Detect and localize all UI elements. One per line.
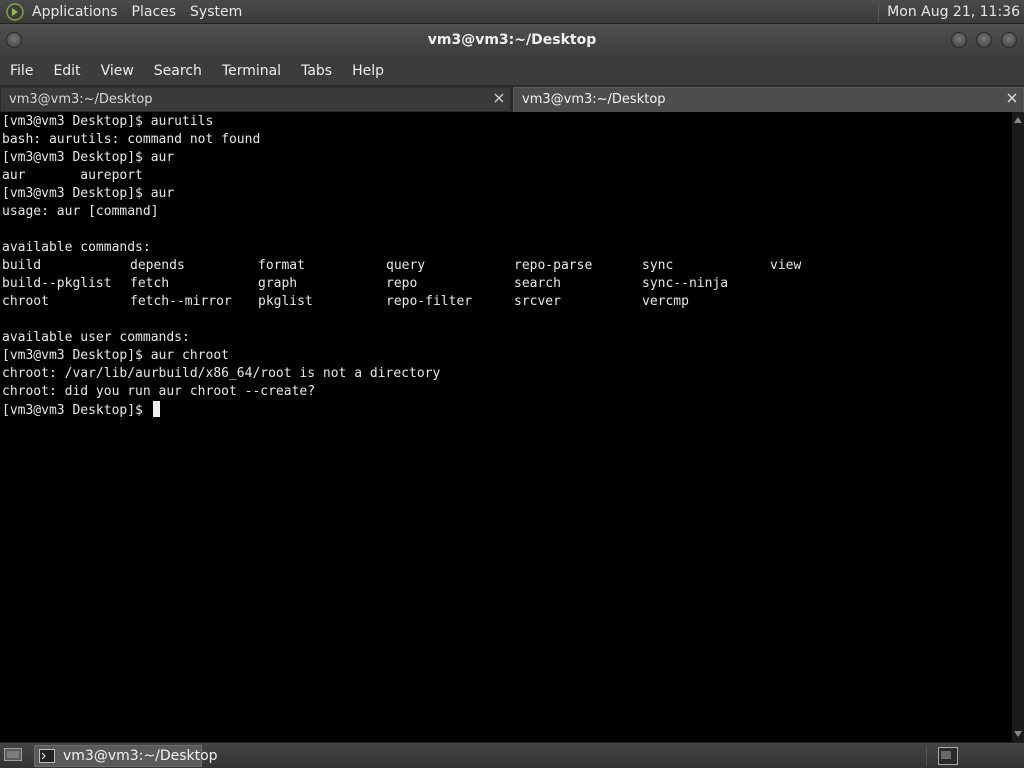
tab-2[interactable]: vm3@vm3:~/Desktop	[513, 87, 1024, 112]
tab-2-label: vm3@vm3:~/Desktop	[522, 92, 666, 107]
command-name: sync	[642, 258, 674, 273]
bottom-panel: vm3@vm3:~/Desktop	[0, 742, 1024, 768]
text-cursor	[152, 401, 160, 417]
places-menu[interactable]: Places	[132, 4, 177, 20]
menu-help[interactable]: Help	[352, 63, 384, 79]
terminal-line: available user commands:	[2, 330, 190, 345]
command-name: pkglist	[258, 294, 313, 309]
applications-menu[interactable]: Applications	[32, 4, 118, 20]
terminal-line: chroot: did you run aur chroot --create?	[2, 384, 316, 399]
terminal-line: usage: aur [command]	[2, 204, 159, 219]
command-row: chroot fetch--mirror pkglist repo-filter…	[2, 293, 1012, 311]
window-title: vm3@vm3:~/Desktop	[427, 32, 597, 48]
terminal-icon	[39, 749, 55, 763]
scroll-up-icon[interactable]	[1012, 114, 1024, 126]
command-name: view	[770, 258, 802, 273]
prompt-line[interactable]: [vm3@vm3 Desktop]$	[2, 401, 1012, 419]
command-name: vercmp	[642, 294, 689, 309]
top-panel: Applications Places System Mon Aug 21, 1…	[0, 0, 1024, 24]
command-name: query	[386, 258, 426, 273]
menu-view[interactable]: View	[101, 63, 134, 79]
terminal-line: bash: aurutils: command not found	[2, 132, 261, 147]
command-name: search	[514, 276, 561, 291]
taskbar-terminal-label: vm3@vm3:~/Desktop	[63, 748, 218, 764]
window-titlebar[interactable]: vm3@vm3:~/Desktop	[0, 24, 1024, 57]
menu-file[interactable]: File	[10, 63, 33, 79]
tab-2-close-icon[interactable]	[1005, 91, 1019, 105]
command-name: repo	[386, 276, 418, 291]
terminal-line: [vm3@vm3 Desktop]$ aurutils	[2, 114, 214, 129]
command-name: graph	[258, 276, 298, 291]
terminal-scrollbar[interactable]	[1012, 112, 1024, 742]
command-name: build--pkglist	[2, 276, 112, 291]
terminal-output[interactable]: [vm3@vm3 Desktop]$ aurutils bash: auruti…	[0, 112, 1012, 742]
scroll-down-icon[interactable]	[1012, 728, 1024, 740]
terminal-menubar: File Edit View Search Terminal Tabs Help	[0, 57, 1024, 85]
command-name: fetch--mirror	[130, 294, 232, 309]
command-name: srcver	[514, 294, 561, 309]
tab-bar: vm3@vm3:~/Desktop vm3@vm3:~/Desktop	[0, 85, 1024, 112]
tray-separator	[926, 746, 927, 766]
command-name: repo-parse	[514, 258, 593, 273]
menu-terminal[interactable]: Terminal	[222, 63, 281, 79]
tab-1-label: vm3@vm3:~/Desktop	[9, 92, 153, 107]
workspace-switcher-icon[interactable]	[938, 747, 958, 765]
command-row: build depends format query repo-parse sy…	[2, 257, 1012, 275]
panel-separator	[878, 1, 880, 22]
system-menu[interactable]: System	[190, 4, 242, 20]
minimize-icon[interactable]	[951, 32, 967, 48]
taskbar-terminal-button[interactable]: vm3@vm3:~/Desktop	[34, 745, 218, 767]
terminal-line: [vm3@vm3 Desktop]$ aur	[2, 186, 175, 201]
menu-search[interactable]: Search	[154, 63, 202, 79]
show-desktop-icon[interactable]	[4, 747, 22, 763]
shell-prompt: [vm3@vm3 Desktop]$	[2, 403, 151, 418]
terminal-line: [vm3@vm3 Desktop]$ aur chroot	[2, 348, 229, 363]
terminal-line: available commands:	[2, 240, 151, 255]
command-name: sync--ninja	[642, 276, 729, 291]
tab-1[interactable]: vm3@vm3:~/Desktop	[0, 87, 511, 112]
command-row: build--pkglist fetch graph repo search s…	[2, 275, 1012, 293]
terminal-line: chroot: /var/lib/aurbuild/x86_64/root is…	[2, 366, 441, 381]
mate-logo-icon[interactable]	[6, 2, 24, 21]
menu-tabs[interactable]: Tabs	[301, 63, 332, 79]
command-name: chroot	[2, 294, 49, 309]
terminal-line: [vm3@vm3 Desktop]$ aur	[2, 150, 175, 165]
clock[interactable]: Mon Aug 21, 11:36	[887, 4, 1020, 20]
command-name: build	[2, 258, 42, 273]
maximize-icon[interactable]	[976, 32, 992, 48]
command-name: fetch	[130, 276, 170, 291]
tab-1-close-icon[interactable]	[492, 91, 506, 105]
command-name: format	[258, 258, 305, 273]
close-window-icon[interactable]	[1001, 32, 1017, 48]
command-name: repo-filter	[386, 294, 473, 309]
menu-edit[interactable]: Edit	[53, 63, 80, 79]
terminal-line: aur aureport	[2, 168, 143, 183]
command-name: depends	[130, 258, 185, 273]
